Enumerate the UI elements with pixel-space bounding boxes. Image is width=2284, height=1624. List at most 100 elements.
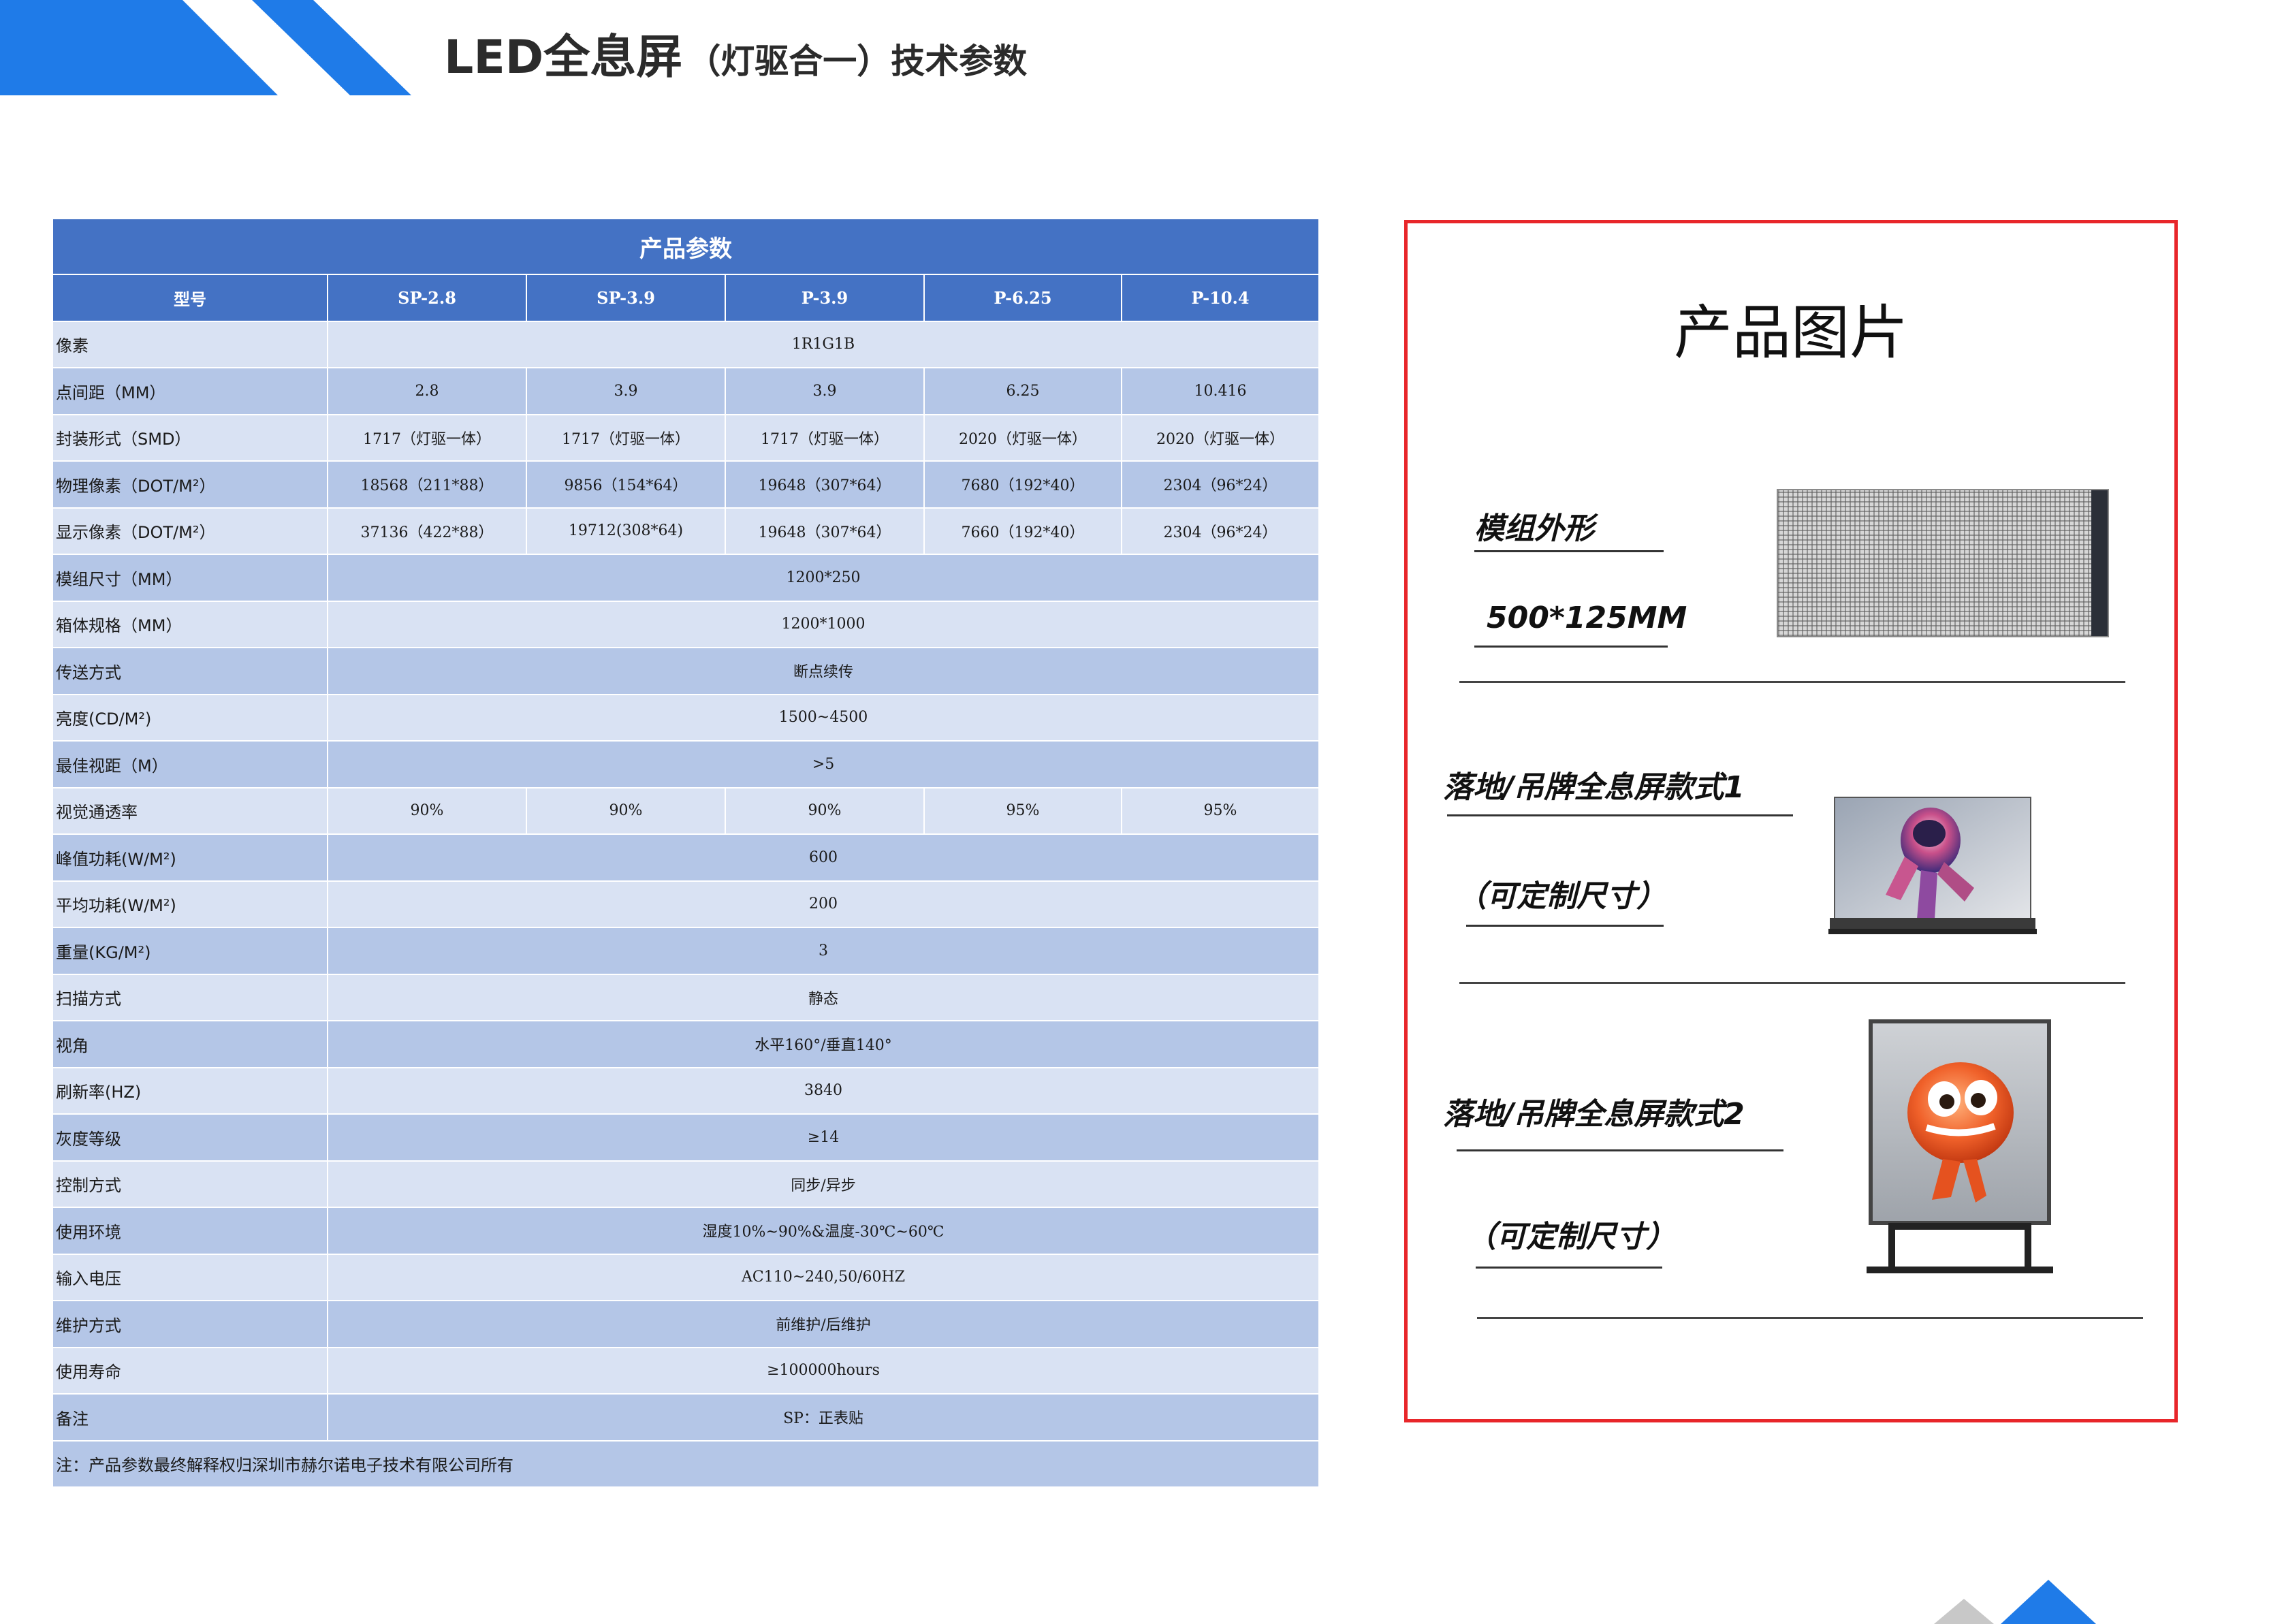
underline <box>1447 814 1793 816</box>
triangle-gray <box>1934 1599 1994 1624</box>
table-caption: 产品参数 <box>52 218 1320 275</box>
row-value: 2304（96*24） <box>1121 507 1320 555</box>
row-value-merged: 3840 <box>327 1066 1320 1115</box>
table-row: 箱体规格（MM） 1200*1000 <box>52 600 1320 648</box>
row-label: 视角 <box>52 1020 328 1068</box>
row-label: 像素 <box>52 320 328 368</box>
row-value: 3.9 <box>725 367 925 415</box>
row-value-merged: 同步/异步 <box>327 1160 1320 1208</box>
row-label: 维护方式 <box>52 1300 328 1348</box>
stripe-main <box>0 0 278 95</box>
row-value-merged: 湿度10%~90%&温度-30℃~60℃ <box>327 1207 1320 1255</box>
table-row: 刷新率(HZ) 3840 <box>52 1066 1320 1115</box>
row-label: 输入电压 <box>52 1253 328 1301</box>
row-value: 10.416 <box>1121 367 1320 415</box>
row-value: 7660（192*40） <box>923 507 1122 555</box>
table-row: 视角 水平160°/垂直140° <box>52 1020 1320 1068</box>
style1-label: 落地/吊牌全息屏款式1 <box>1443 770 1745 805</box>
triangle-blue <box>2001 1580 2096 1624</box>
row-label: 物理像素（DOT/M²） <box>52 460 328 509</box>
row-value-merged: 200 <box>327 880 1320 928</box>
table-row: 最佳视距（M） >5 <box>52 740 1320 789</box>
row-value: 6.25 <box>923 367 1122 415</box>
row-label: 备注 <box>52 1393 328 1442</box>
row-label: 显示像素（DOT/M²） <box>52 507 328 555</box>
row-value-merged: 水平160°/垂直140° <box>327 1020 1320 1068</box>
row-value: 90% <box>725 786 925 835</box>
row-value: 2020（灯驱一体） <box>1121 413 1320 462</box>
table-row: 峰值功耗(W/M²) 600 <box>52 833 1320 882</box>
table-row: 扫描方式 静态 <box>52 973 1320 1021</box>
row-value-merged: 3 <box>327 927 1320 975</box>
row-label: 使用寿命 <box>52 1346 328 1395</box>
header-model: P-3.9 <box>725 274 925 322</box>
table-body: 像素 1R1G1B 点间距（MM） 2.8 3.9 3.9 6.25 10.416 封装形式（S… <box>52 320 1320 1488</box>
row-value: 3.9 <box>526 367 726 415</box>
table-header-row: 型号 SP-2.8 SP-3.9 P-3.9 P-6.25 P-10.4 <box>52 274 1320 322</box>
header-model: SP-3.9 <box>526 274 726 322</box>
table-row: 重量(KG/M²) 3 <box>52 927 1320 975</box>
row-value: 90% <box>327 786 527 835</box>
section-divider <box>1459 681 2125 683</box>
row-label: 刷新率(HZ) <box>52 1066 328 1115</box>
row-value: 1717（灯驱一体） <box>526 413 726 462</box>
row-value-merged: 1R1G1B <box>327 320 1320 368</box>
table-row: 物理像素（DOT/M²） 18568（211*88） 9856（154*64） 196… <box>52 460 1320 509</box>
row-value: 19648（307*64） <box>725 460 925 509</box>
underline <box>1476 1267 1662 1269</box>
row-label: 模组尺寸（MM） <box>52 554 328 602</box>
style2-custom-size: （可定制尺寸） <box>1466 1220 1676 1254</box>
table-row: 使用寿命 ≥100000hours <box>52 1346 1320 1395</box>
table-row: 亮度(CD/M²) 1500~4500 <box>52 693 1320 742</box>
row-label: 最佳视距（M） <box>52 740 328 789</box>
header-model: P-10.4 <box>1121 274 1320 322</box>
row-value-merged: 1200*250 <box>327 554 1320 602</box>
table-row: 输入电压 AC110~240,50/60HZ <box>52 1253 1320 1301</box>
product-image-panel: 产品图片 模组外形 500*125MM 落地/吊牌全息屏款式1 （可定制尺寸） … <box>1404 220 2178 1422</box>
table-row: 像素 1R1G1B <box>52 320 1320 368</box>
table-row: 点间距（MM） 2.8 3.9 3.9 6.25 10.416 <box>52 367 1320 415</box>
module-image <box>1777 489 2109 637</box>
row-value: 95% <box>923 786 1122 835</box>
page-title-sub: （灯驱合一）技术参数 <box>686 42 1028 81</box>
underline <box>1474 646 1668 648</box>
row-value: 1717（灯驱一体） <box>327 413 527 462</box>
row-label: 点间距（MM） <box>52 367 328 415</box>
section-divider <box>1459 982 2125 984</box>
row-label: 峰值功耗(W/M²) <box>52 833 328 882</box>
holographic-screen-fish-image <box>1867 1019 2053 1273</box>
table-note-row: 注：产品参数最终解释权归深圳市赫尔诺电子技术有限公司所有 <box>52 1439 1320 1488</box>
row-value: 2020（灯驱一体） <box>923 413 1122 462</box>
row-value: 2304（96*24） <box>1121 460 1320 509</box>
row-value-merged: ≥100000hours <box>327 1346 1320 1395</box>
row-value-merged: 600 <box>327 833 1320 882</box>
underline <box>1474 550 1664 552</box>
row-value: 1717（灯驱一体） <box>725 413 925 462</box>
row-value-merged: 1500~4500 <box>327 693 1320 742</box>
parameter-table-wrap: 产品参数 型号 SP-2.8 SP-3.9 P-3.9 P-6.25 P-10.… <box>52 218 1320 1488</box>
stripe-secondary <box>252 0 411 95</box>
row-value-merged: AC110~240,50/60HZ <box>327 1253 1320 1301</box>
footer-triangles <box>1934 1580 2096 1624</box>
header-model: SP-2.8 <box>327 274 527 322</box>
table-row: 模组尺寸（MM） 1200*250 <box>52 554 1320 602</box>
row-value: 37136（422*88） <box>327 507 527 555</box>
row-value: 19648（307*64） <box>725 507 925 555</box>
row-value: 95% <box>1121 786 1320 835</box>
table-row: 视觉通透率 90% 90% 90% 95% 95% <box>52 786 1320 835</box>
table-note: 注：产品参数最终解释权归深圳市赫尔诺电子技术有限公司所有 <box>52 1439 1320 1488</box>
row-label: 扫描方式 <box>52 973 328 1021</box>
section-divider <box>1477 1317 2143 1319</box>
row-value: 2.8 <box>327 367 527 415</box>
row-label: 视觉通透率 <box>52 786 328 835</box>
row-value-merged: ≥14 <box>327 1113 1320 1162</box>
module-edge <box>2091 490 2108 636</box>
table-row: 传送方式 断点续传 <box>52 647 1320 695</box>
row-value-merged: SP：正表贴 <box>327 1393 1320 1442</box>
row-label: 传送方式 <box>52 647 328 695</box>
underline <box>1466 925 1664 927</box>
row-label: 平均功耗(W/M²) <box>52 880 328 928</box>
style1-custom-size: （可定制尺寸） <box>1457 879 1666 914</box>
parameter-table: 产品参数 型号 SP-2.8 SP-3.9 P-3.9 P-6.25 P-10.… <box>52 218 1320 1488</box>
row-label: 控制方式 <box>52 1160 328 1208</box>
